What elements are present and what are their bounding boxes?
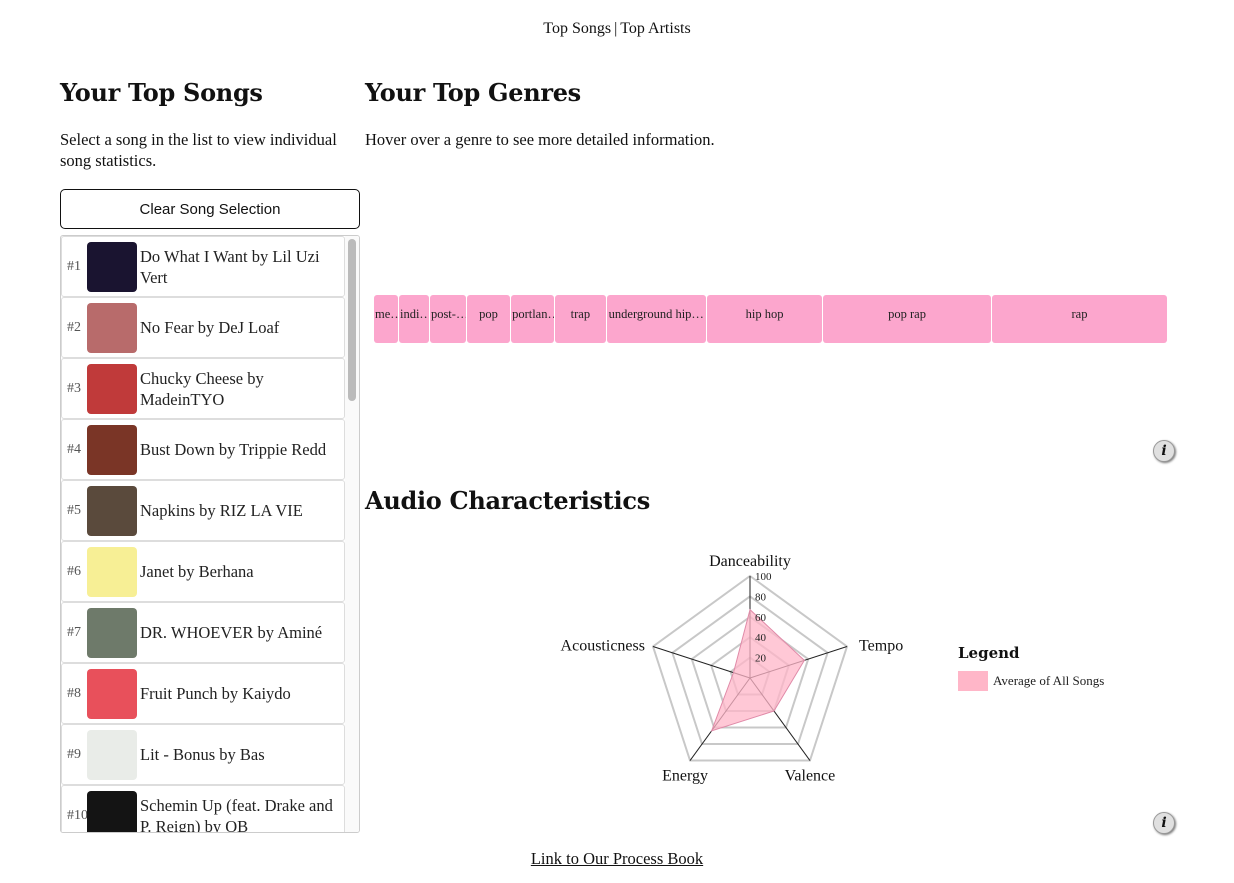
radar-axis-label: Energy [662,768,708,785]
genre-bar[interactable]: post-… [429,295,466,343]
radar-legend: Legend Average of All Songs [958,644,1104,691]
radar-tick-label: 80 [755,591,767,603]
legend-swatch [958,671,988,691]
legend-label: Average of All Songs [993,673,1105,688]
song-list-item[interactable]: #10 Schemin Up (feat. Drake and P. Reign)… [61,785,345,833]
genre-bar[interactable]: portlan… [511,295,555,343]
radar-axis-label: Danceability [709,553,791,570]
song-list-item[interactable]: #5 Napkins by RIZ LA VIE [61,480,345,541]
genre-bar[interactable]: pop [466,295,511,343]
top-songs-description: Select a song in the list to view indivi… [60,130,337,170]
audio-info-icon[interactable]: i [1153,812,1175,834]
audio-characteristics-title: Audio Characteristics [365,486,650,515]
song-rank: #9 [67,746,81,762]
footer: Link to Our Process Book [0,849,1234,869]
genre-bar[interactable]: me… [374,295,398,343]
genre-bar[interactable]: underground hip… [606,295,707,343]
song-title: Chucky Cheese by MadeinTYO [140,368,264,409]
genre-bar[interactable]: rap [991,295,1167,343]
top-songs-title: Your Top Songs [60,78,263,107]
song-title: Schemin Up (feat. Drake and P. Reign) by… [140,795,333,833]
radar-tick-label: 60 [755,612,767,624]
song-list-items: #1 Do What I Want by Lil Uzi Vert #2 No Fea… [61,236,359,833]
song-rank: #8 [67,685,81,701]
song-rank: #3 [67,380,81,396]
song-title: Janet by Berhana [140,562,254,581]
song-list-scroll-thumb[interactable] [348,239,356,401]
genre-bar[interactable]: indi… [398,295,429,343]
nav-top-songs[interactable]: Top Songs [543,20,611,37]
song-list[interactable]: #1 Do What I Want by Lil Uzi Vert #2 No Fea… [60,235,360,833]
song-title: Do What I Want by Lil Uzi Vert [140,246,320,287]
song-list-item[interactable]: #9 Lit - Bonus by Bas [61,724,345,785]
song-rank: #7 [67,624,81,640]
song-list-item[interactable]: #2 No Fear by DeJ Loaf [61,297,345,358]
album-art [87,546,137,597]
album-art [87,607,137,658]
song-rank: #2 [67,319,81,335]
legend-entry: Average of All Songs [958,671,1104,691]
radar-axis-label: Acousticness [561,637,645,654]
process-book-link[interactable]: Link to Our Process Book [531,849,703,868]
song-list-item[interactable]: #4 Bust Down by Trippie Redd [61,419,345,480]
song-title: No Fear by DeJ Loaf [140,318,280,337]
top-nav: Top Songs | Top Artists [0,20,1234,38]
song-list-item[interactable]: #6 Janet by Berhana [61,541,345,602]
song-title: Napkins by RIZ LA VIE [140,501,303,520]
nav-top-artists[interactable]: Top Artists [620,20,690,37]
audio-radar-chart: 100 80 60 40 20 Danceability Tempo Valence Energ… [561,553,904,785]
genre-bar[interactable]: hip hop [707,295,823,343]
album-art [87,485,137,536]
album-art [87,668,137,719]
radar-tick-label: 40 [755,632,767,644]
album-art [87,790,137,832]
song-list-item[interactable]: #1 Do What I Want by Lil Uzi Vert [61,236,345,297]
legend-title: Legend [958,644,1020,662]
song-rank: #4 [67,441,81,457]
song-title: Lit - Bonus by Bas [140,745,265,764]
album-art [87,363,137,414]
radar-axis-label: Tempo [859,637,903,654]
song-rank: #10 [67,807,88,823]
genre-bar[interactable]: pop rap [823,295,991,343]
song-rank: #6 [67,563,81,579]
song-rank: #1 [67,258,81,274]
song-rank: #5 [67,502,81,518]
genre-bar[interactable]: trap [555,295,606,343]
album-art [87,241,137,292]
song-list-item[interactable]: #7 DR. WHOEVER by Aminé [61,602,345,663]
nav-separator: | [614,20,618,37]
genres-info-icon[interactable]: i [1153,440,1175,462]
song-title: DR. WHOEVER by Aminé [140,623,323,642]
top-genres-title: Your Top Genres [365,78,581,107]
radar-tick-label: 20 [755,653,767,665]
song-title: Bust Down by Trippie Redd [140,440,327,459]
song-list-item[interactable]: #8 Fruit Punch by Kaiydo [61,663,345,724]
clear-song-selection-button[interactable]: Clear Song Selection [60,189,360,229]
song-list-scrollbar[interactable] [345,236,359,832]
radar-tick-label: 100 [755,571,772,583]
top-genres-description: Hover over a genre to see more detailed … [365,130,715,149]
album-art [87,729,137,780]
album-art [87,302,137,353]
song-title: Fruit Punch by Kaiydo [140,684,291,703]
radar-axis-label: Valence [785,768,836,785]
album-art [87,424,137,475]
song-list-item[interactable]: #3 Chucky Cheese by MadeinTYO [61,358,345,419]
